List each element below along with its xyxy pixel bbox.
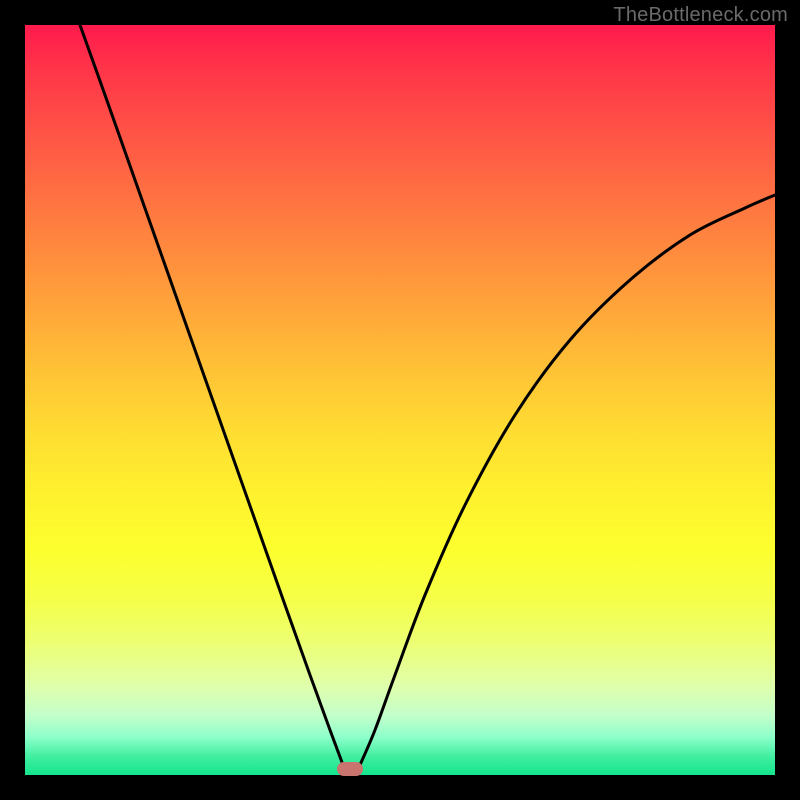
curve-right-branch [360, 195, 775, 765]
optimal-point-marker [337, 762, 363, 776]
watermark-text: TheBottleneck.com [613, 4, 788, 27]
chart-frame: TheBottleneck.com [0, 0, 800, 800]
bottleneck-curve [25, 25, 775, 775]
curve-left-branch [80, 25, 343, 765]
gradient-plot-area [25, 25, 775, 775]
